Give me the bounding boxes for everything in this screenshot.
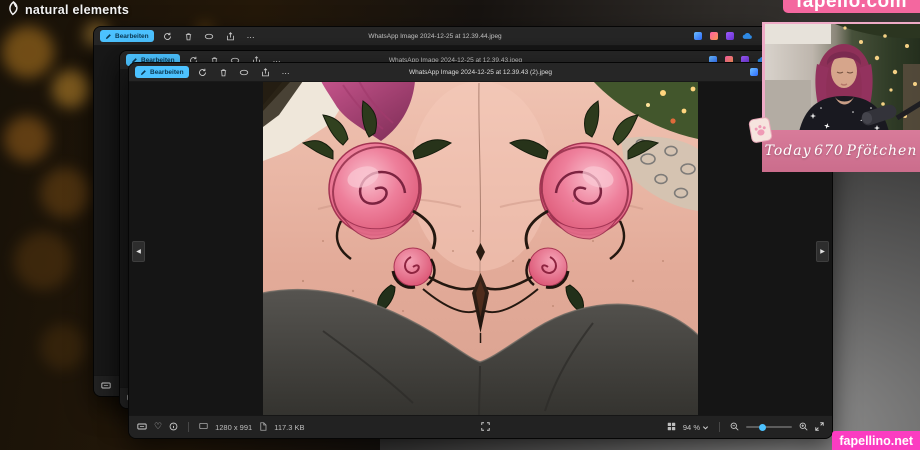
share-button[interactable] [258,66,273,79]
chevron-down-icon [702,424,709,431]
divider [719,422,720,432]
brand-logo-icon [7,1,20,19]
divider [188,422,189,432]
edit-button[interactable]: Bearbeiten [100,30,154,42]
fullscreen-icon[interactable] [815,422,824,433]
photos-app-icon[interactable] [726,32,734,40]
photo-tattoo-roses [263,81,698,416]
pencil-icon [140,69,147,76]
rotate-button[interactable] [195,66,210,79]
share-button[interactable] [223,30,238,43]
filmstrip-icon[interactable] [137,422,147,433]
slideshow-button[interactable] [237,66,252,79]
webcam-scene [765,24,920,130]
designer-icon[interactable] [694,32,702,40]
delete-button[interactable] [216,66,231,79]
zoom-out-icon[interactable] [730,422,739,433]
bokeh-light [40,324,86,370]
slideshow-button[interactable] [202,30,217,43]
brand: natural elements [7,1,129,19]
toolbar: Bearbeiten … – [94,27,776,46]
onedrive-icon[interactable] [742,27,752,45]
bokeh-light [2,26,54,78]
zoom-in-icon[interactable] [799,422,808,433]
screen: natural elements Bearbeiten … – WhatsApp… [0,0,920,450]
paw-badge-icon [748,116,773,143]
stream-banner: Today 670 Pfötchen [762,130,920,172]
thumbnail-grid-icon[interactable] [667,422,676,433]
watermark-top-text: fapello.com [783,0,920,13]
bokeh-light [14,232,72,290]
watermark-bottom: fapellino.net [832,431,920,450]
watermark-top: fapello.com [783,0,920,13]
fit-to-window-icon[interactable] [481,422,490,433]
next-image-button[interactable]: ▶ [816,241,829,262]
edit-button[interactable]: Bearbeiten [135,66,189,78]
file-size: 117.3 KB [274,423,304,432]
pencil-icon [105,33,112,40]
previous-image-button[interactable]: ◀ [132,241,145,262]
photos-window-front: Bearbeiten … – WhatsApp Image 2024-12-25… [128,62,833,439]
zoom-slider[interactable] [746,426,792,428]
delete-button[interactable] [181,30,196,43]
bokeh-light [40,168,90,218]
more-button[interactable]: … [279,66,294,79]
dimensions-icon [199,422,208,432]
bokeh-light [4,116,50,162]
more-button[interactable]: … [244,30,259,43]
banner-word-name: Pfötchen [847,143,918,159]
webcam-overlay [762,22,920,130]
toolbar: Bearbeiten … – [129,63,832,82]
info-icon[interactable] [169,422,178,433]
watermark-bottom-text: fapellino.net [839,434,913,448]
banner-word-today: Today [765,143,812,159]
file-size-icon [259,422,267,433]
banner-count: 670 [814,143,844,159]
filmstrip-icon[interactable] [101,377,111,395]
status-bar: ♡ 1280 x 991 117.3 KB 94 % [129,415,832,438]
zoom-slider-thumb[interactable] [759,424,766,431]
designer-icon[interactable] [750,68,758,76]
photo-stage [129,81,832,416]
image-dimensions: 1280 x 991 [215,423,252,432]
favorite-icon[interactable]: ♡ [154,422,162,432]
bokeh-light [52,70,90,108]
brand-name: natural elements [25,3,129,17]
clipchamp-icon[interactable] [710,32,718,40]
rotate-button[interactable] [160,30,175,43]
zoom-percent-dropdown[interactable]: 94 % [683,423,709,432]
